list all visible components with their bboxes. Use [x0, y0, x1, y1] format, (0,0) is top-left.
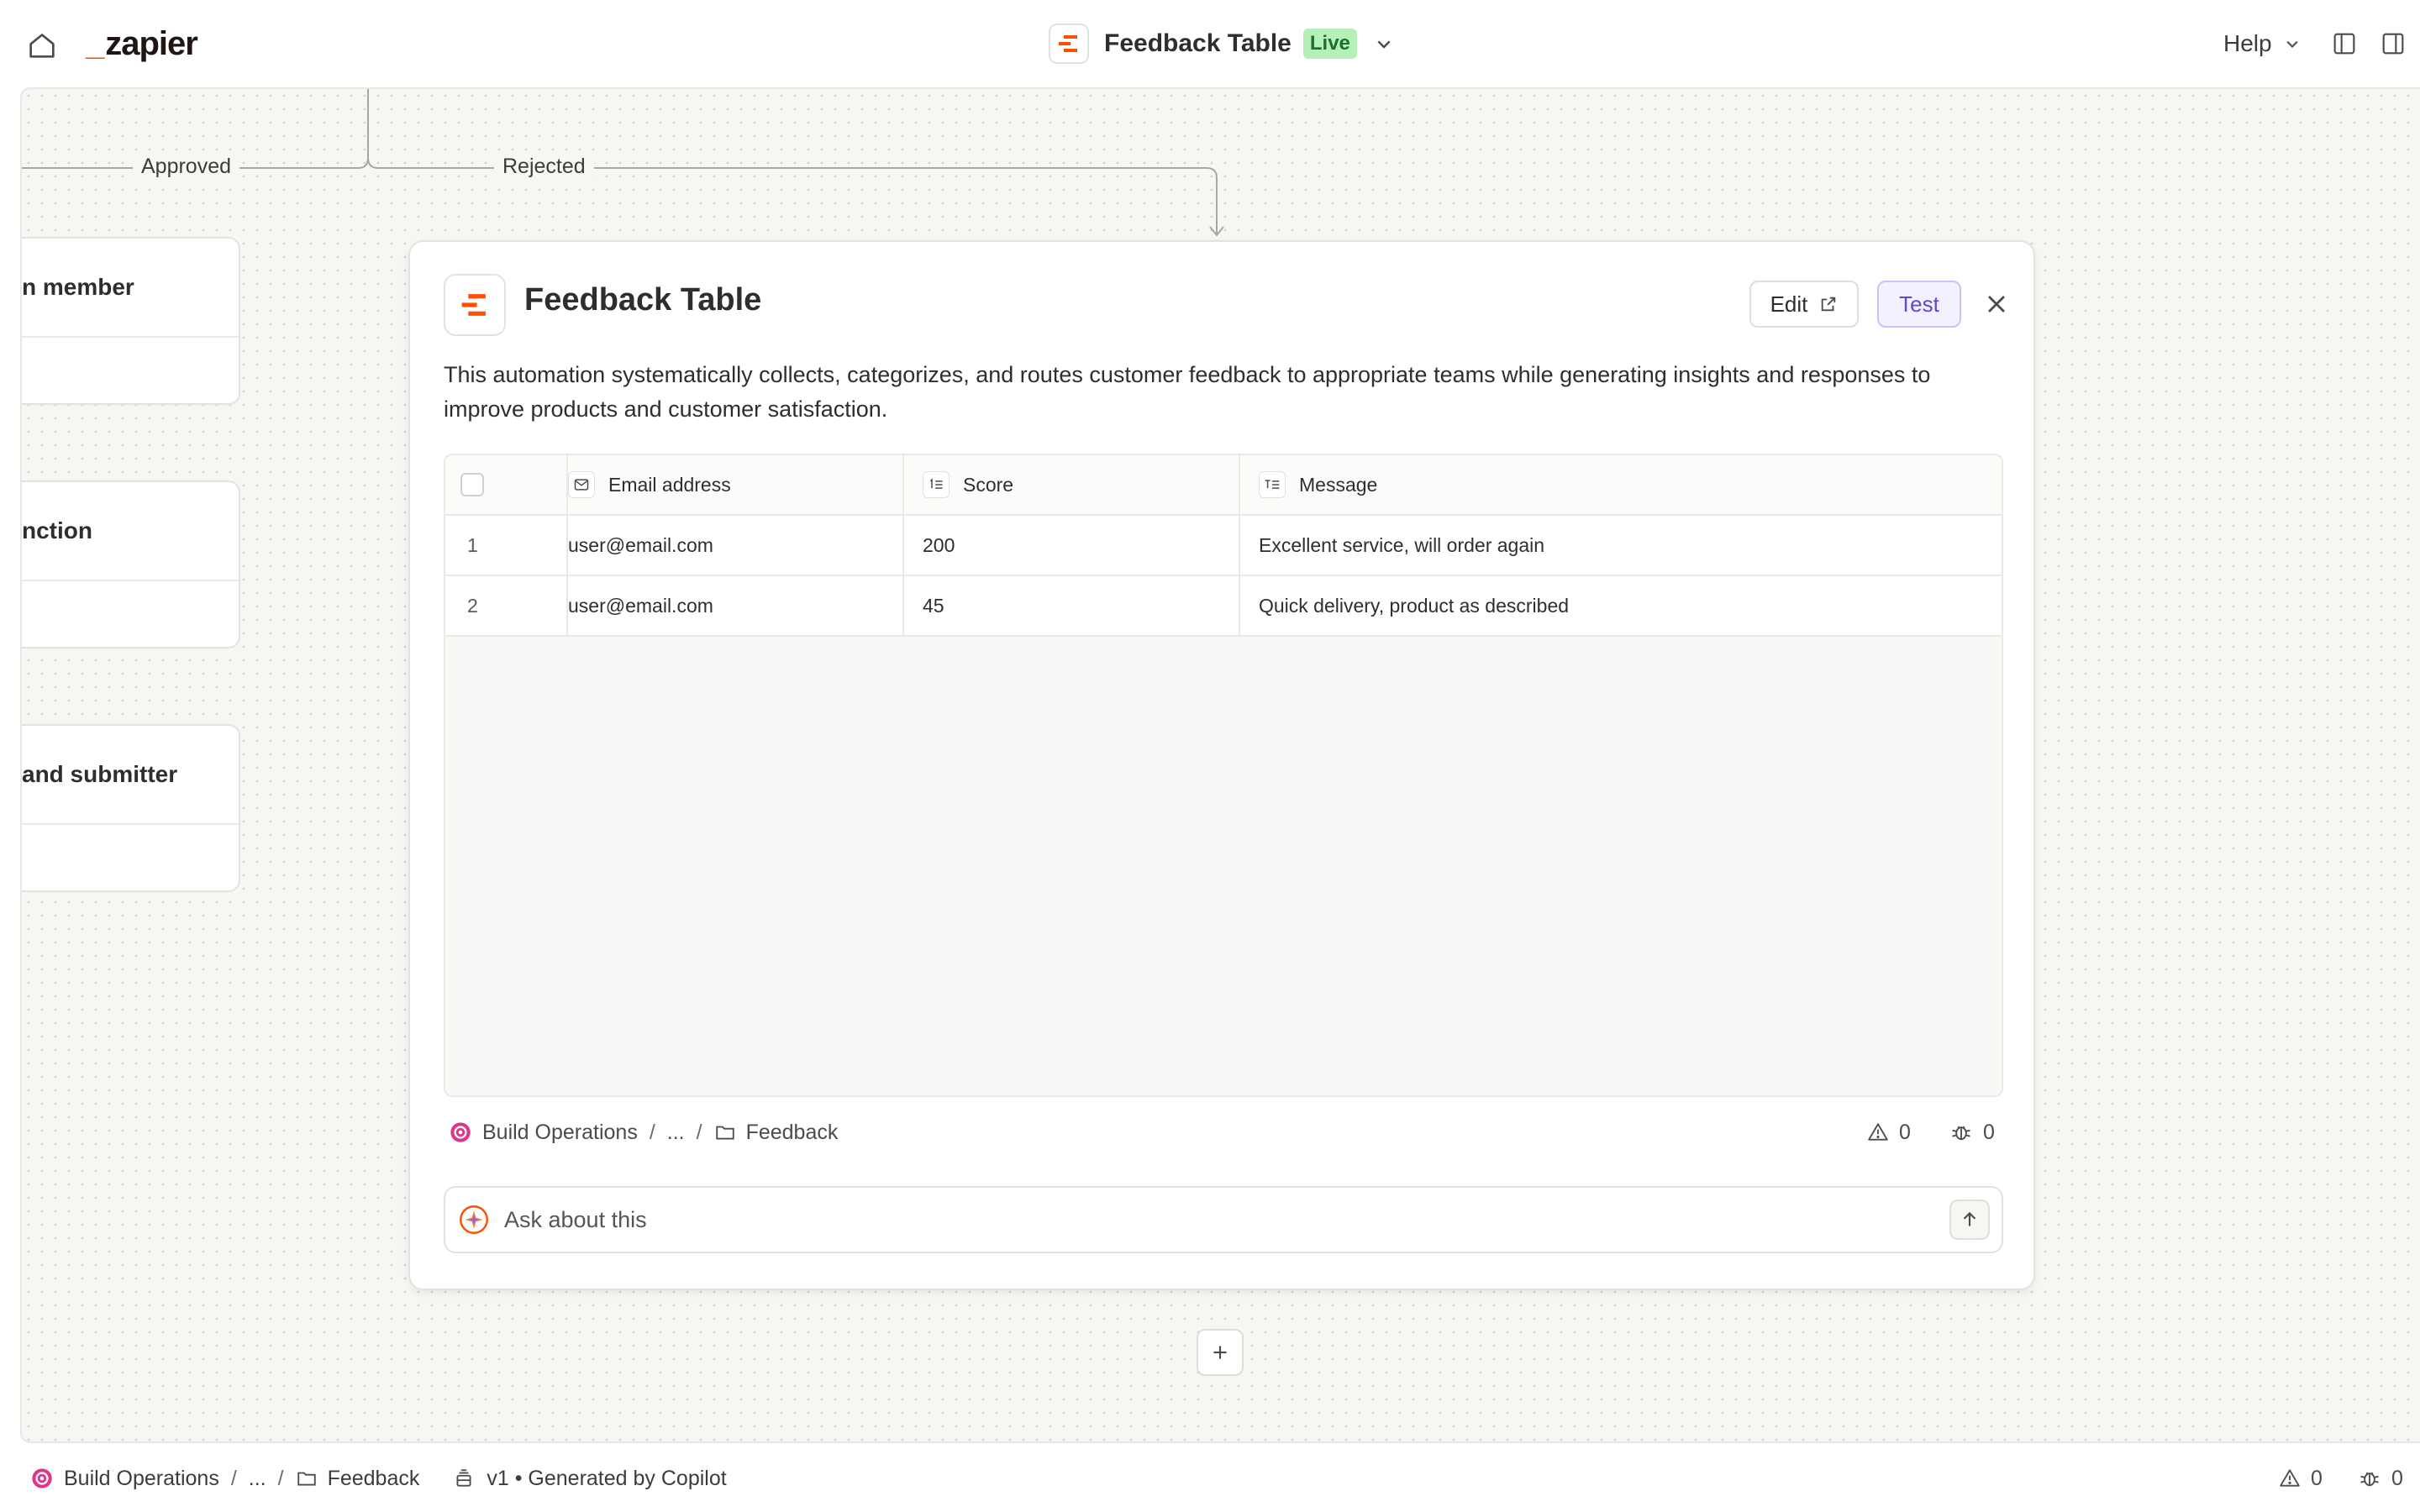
step-card[interactable]: and submitter — [22, 724, 240, 892]
errors-count[interactable]: 0 — [2358, 1462, 2403, 1495]
plus-icon — [1213, 1346, 1227, 1359]
chevron-down-icon — [2286, 40, 2298, 48]
row-index: 2 — [445, 576, 568, 635]
column-header-label: Score — [963, 473, 1014, 496]
step-card-title: n member — [22, 239, 239, 338]
ask-copilot-box — [444, 1186, 2003, 1253]
org-icon — [450, 1122, 471, 1142]
sidebar-right-icon[interactable] — [2380, 30, 2407, 57]
home-icon[interactable] — [25, 29, 62, 62]
table-app-icon — [444, 274, 506, 336]
bug-icon — [1952, 1126, 1970, 1141]
sidebar-left-icon[interactable] — [2331, 30, 2358, 57]
step-card-title: and submitter — [22, 726, 239, 825]
cell-email[interactable]: user@email.com — [568, 576, 904, 635]
breadcrumb-root[interactable]: Build Operations — [64, 1467, 219, 1491]
edit-button[interactable]: Edit — [1749, 281, 1859, 328]
arrow-up-icon — [1963, 1211, 1976, 1226]
text-field-icon — [1259, 471, 1286, 498]
step-card[interactable]: n member — [22, 237, 240, 405]
cell-score[interactable]: 45 — [904, 576, 1240, 635]
breadcrumb: Build Operations / ... / Feedback — [449, 1116, 838, 1149]
table-row[interactable]: 2 user@email.com 45 Quick delivery, prod… — [445, 576, 2002, 637]
select-all-checkbox[interactable] — [460, 473, 484, 496]
column-header-email[interactable]: Email address — [568, 455, 904, 514]
breadcrumb-folder[interactable]: Feedback — [746, 1121, 839, 1145]
status-bar: Build Operations / ... / Feedback v1 • G… — [0, 1443, 2420, 1512]
external-link-icon — [1822, 297, 1836, 312]
row-index: 1 — [445, 516, 568, 575]
warning-icon — [2280, 1469, 2300, 1487]
edit-label: Edit — [1770, 291, 1808, 317]
warnings-count[interactable]: 0 — [1867, 1116, 1911, 1149]
feedback-table: Email address Score Message 1 user@email… — [444, 454, 2003, 1097]
send-button[interactable] — [1949, 1200, 1990, 1240]
add-step-button[interactable] — [1197, 1329, 1244, 1376]
workflow-canvas[interactable]: Approved Rejected n member nction and su… — [20, 87, 2420, 1443]
warnings-count[interactable]: 0 — [2279, 1462, 2323, 1495]
table-header-row: Email address Score Message — [445, 455, 2002, 516]
column-header-message[interactable]: Message — [1240, 455, 2002, 514]
column-header-label: Email address — [608, 473, 731, 496]
help-menu-button[interactable]: Help — [2223, 25, 2304, 62]
errors-count[interactable]: 0 — [1949, 1116, 1995, 1149]
version-text: v1 • Generated by Copilot — [487, 1466, 727, 1490]
zap-title: Feedback Table — [1104, 29, 1292, 57]
branch-label-approved: Approved — [133, 155, 240, 179]
cell-score[interactable]: 200 — [904, 516, 1240, 575]
bug-icon — [2360, 1472, 2379, 1487]
breadcrumb-folder[interactable]: Feedback — [328, 1467, 420, 1491]
close-icon[interactable] — [1981, 289, 2012, 319]
top-bar: _ zapier Feedback Table Live Help — [0, 0, 2420, 87]
copilot-spark-icon — [460, 1205, 488, 1234]
column-header-score[interactable]: Score — [904, 455, 1240, 514]
breadcrumb-root[interactable]: Build Operations — [482, 1121, 638, 1145]
errors-value: 0 — [1983, 1120, 1995, 1144]
zap-title-group[interactable]: Feedback Table Live — [1049, 24, 1397, 64]
logo-text: zapier — [105, 24, 198, 62]
table-row[interactable]: 1 user@email.com 200 Excellent service, … — [445, 516, 2002, 576]
folder-icon — [715, 1126, 734, 1140]
branch-label-rejected: Rejected — [494, 155, 594, 179]
cell-message[interactable]: Excellent service, will order again — [1240, 516, 2002, 575]
status-badge: Live — [1302, 29, 1357, 59]
version-info[interactable]: v1 • Generated by Copilot — [453, 1466, 727, 1491]
cell-message[interactable]: Quick delivery, product as described — [1240, 576, 2002, 635]
help-label: Help — [2223, 30, 2272, 56]
breadcrumb: Build Operations / ... / Feedback v1 • G… — [30, 1462, 727, 1495]
warnings-value: 0 — [2311, 1466, 2323, 1490]
step-card-title: nction — [22, 482, 239, 581]
breadcrumb-ellipsis[interactable]: ... — [667, 1121, 685, 1145]
mail-icon — [568, 471, 595, 498]
table-app-icon — [1049, 24, 1089, 64]
test-button[interactable]: Test — [1877, 281, 1961, 328]
folder-icon — [297, 1472, 316, 1486]
zapier-logo[interactable]: _ zapier — [86, 22, 198, 66]
cell-email[interactable]: user@email.com — [568, 516, 904, 575]
errors-value: 0 — [2391, 1466, 2403, 1490]
warning-icon — [1868, 1123, 1888, 1141]
column-header-label: Message — [1299, 473, 1378, 496]
number-field-icon — [923, 471, 950, 498]
breadcrumb-ellipsis[interactable]: ... — [249, 1467, 266, 1491]
panel-title: Feedback Table — [524, 282, 762, 318]
ask-input[interactable] — [504, 1206, 1949, 1233]
step-detail-panel: Feedback Table Edit Test This automation… — [408, 240, 2035, 1290]
warnings-value: 0 — [1899, 1120, 1911, 1144]
step-card[interactable]: nction — [22, 480, 240, 648]
version-stack-icon — [456, 1469, 471, 1487]
org-icon — [32, 1468, 52, 1488]
panel-description: This automation systematically collects,… — [444, 362, 1931, 422]
chevron-down-icon[interactable] — [1370, 30, 1397, 57]
